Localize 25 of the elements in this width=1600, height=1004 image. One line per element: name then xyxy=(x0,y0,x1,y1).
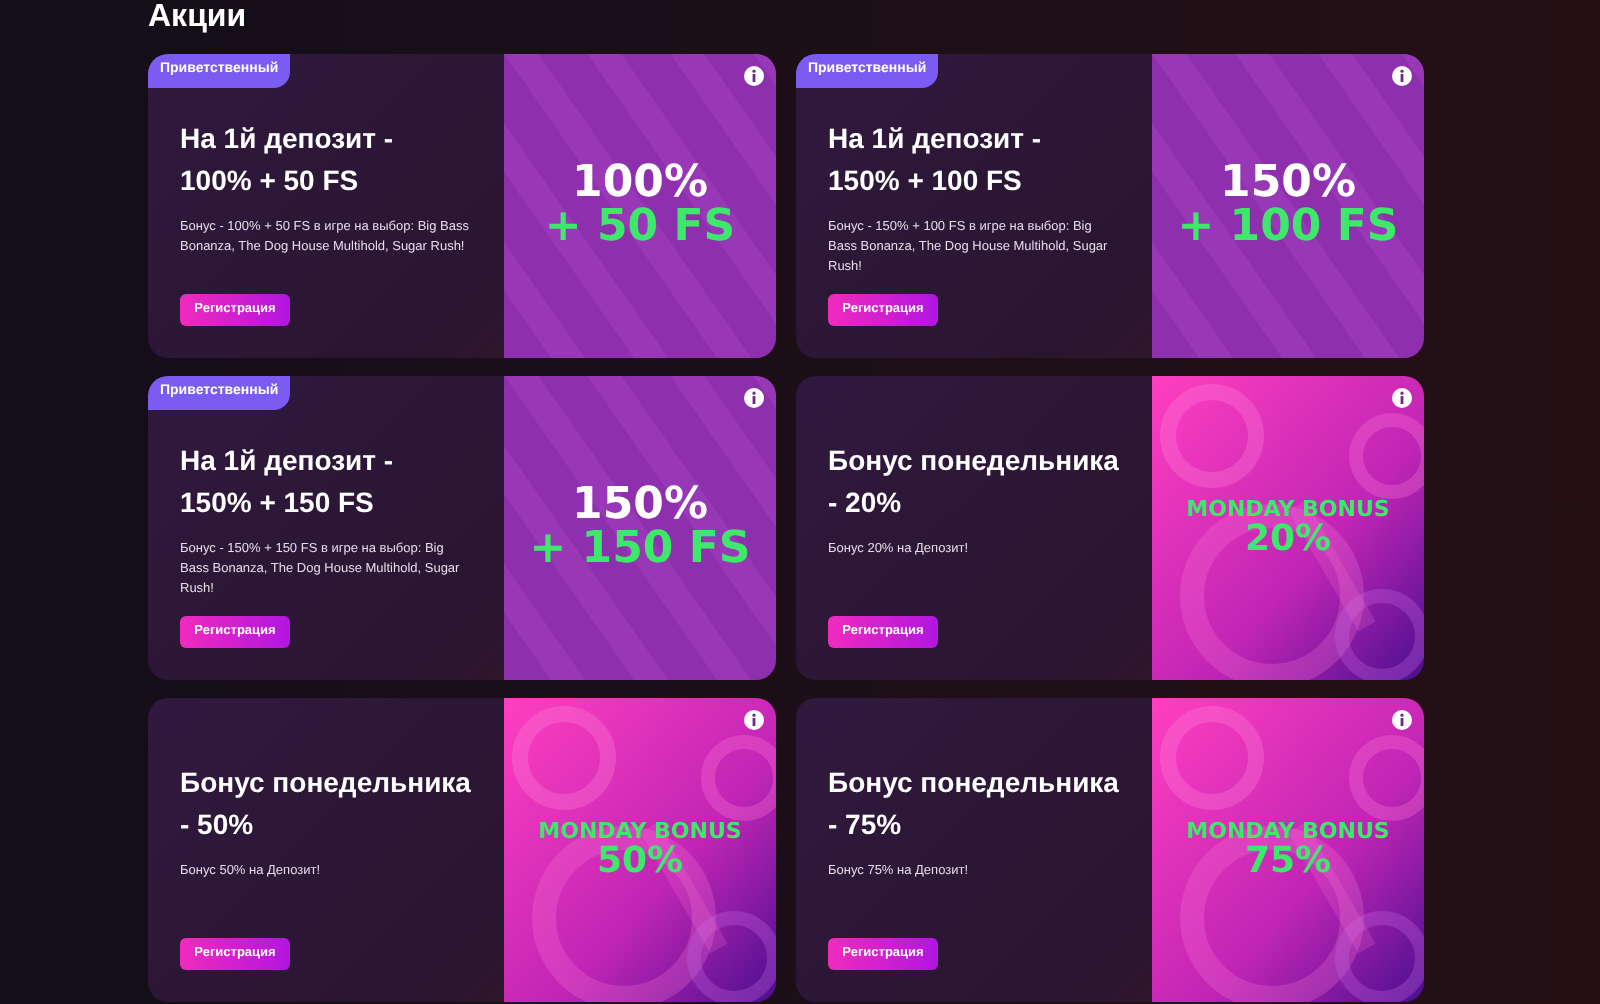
banner-amount: + 100 FS xyxy=(1177,206,1399,250)
banner-headline: MONDAY BONUS xyxy=(538,820,742,844)
info-icon[interactable] xyxy=(744,710,764,730)
banner-amount: + 50 FS xyxy=(544,206,736,250)
info-icon[interactable] xyxy=(744,66,764,86)
promo-title: Бонус понедельника - 50% xyxy=(180,764,472,844)
banner-headline: 150% xyxy=(572,484,708,528)
banner-amount: 75% xyxy=(1244,844,1332,880)
banner-amount: 50% xyxy=(596,844,684,880)
promo-title: Бонус понедельника - 75% xyxy=(828,764,1120,844)
promo-title: На 1й депозит - 100% + 50 FS xyxy=(180,120,396,200)
banner-amount: + 150 FS xyxy=(529,528,751,572)
banner-headline: 150% xyxy=(1220,162,1356,206)
banner-amount: 20% xyxy=(1244,522,1332,558)
promo-title: На 1й депозит - 150% + 100 FS xyxy=(828,120,1044,200)
banner-headline: 100% xyxy=(572,162,708,206)
info-icon[interactable] xyxy=(1392,388,1412,408)
promo-title: Бонус понедельника - 20% xyxy=(828,442,1120,522)
promo-title: На 1й депозит - 150% + 150 FS xyxy=(180,442,396,522)
banner-headline: MONDAY BONUS xyxy=(1186,498,1390,522)
info-icon[interactable] xyxy=(1392,710,1412,730)
page-title: Акции xyxy=(148,0,249,38)
banner-headline: MONDAY BONUS xyxy=(1186,820,1390,844)
info-icon[interactable] xyxy=(744,388,764,408)
info-icon[interactable] xyxy=(1392,66,1412,86)
